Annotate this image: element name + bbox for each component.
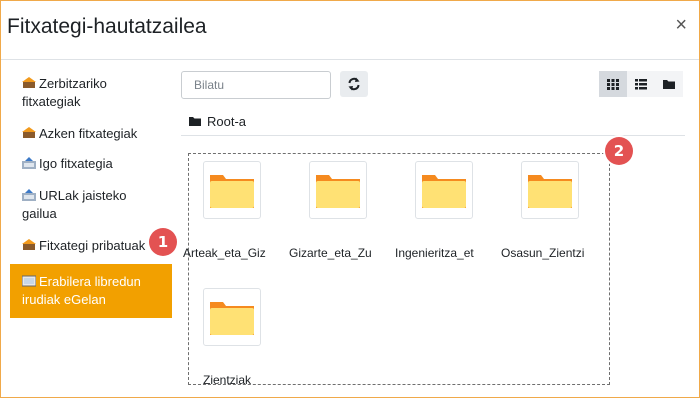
image-icon bbox=[22, 275, 36, 287]
private-files-icon bbox=[22, 239, 36, 250]
folder-thumbnail bbox=[203, 288, 261, 346]
sidebar-item-label: Erabilera libredun irudiak eGelan bbox=[22, 274, 141, 307]
folder-icon bbox=[422, 175, 466, 208]
folder-icon bbox=[189, 117, 201, 126]
divider bbox=[181, 135, 685, 136]
tree-view-button[interactable] bbox=[655, 71, 683, 97]
folder-name: Osasun_Zientzi bbox=[501, 246, 585, 260]
dialog-header: Fitxategi-hautatzailea × bbox=[1, 1, 699, 60]
recent-files-icon bbox=[22, 127, 36, 138]
list-view-button[interactable] bbox=[627, 71, 655, 97]
url-download-icon bbox=[22, 189, 36, 201]
sidebar-item-label: Azken fitxategiak bbox=[39, 126, 138, 141]
folder-name: Zientziak bbox=[203, 373, 252, 387]
annotation-badge-1: 1 bbox=[149, 228, 177, 256]
folder-icon bbox=[663, 80, 675, 89]
close-icon[interactable]: × bbox=[675, 15, 687, 35]
dialog-title: Fitxategi-hautatzailea bbox=[7, 15, 207, 38]
breadcrumb-root[interactable]: Root-a bbox=[207, 114, 246, 129]
sidebar-item-label: Igo fitxategia bbox=[39, 156, 113, 171]
sidebar-item-url-downloader[interactable]: URLak jaisteko gailua bbox=[10, 187, 172, 223]
folder-thumbnail bbox=[309, 161, 367, 219]
sidebar-item-upload[interactable]: Igo fitxategia bbox=[10, 155, 172, 173]
refresh-icon bbox=[348, 77, 360, 91]
folder-icon bbox=[210, 175, 254, 208]
upload-icon bbox=[22, 157, 36, 169]
folder-icon bbox=[316, 175, 360, 208]
grid-icon bbox=[607, 79, 619, 90]
sidebar-item-recent-files[interactable]: Azken fitxategiak bbox=[10, 125, 172, 143]
folder-name: Gizarte_eta_Zu bbox=[289, 246, 372, 260]
list-icon bbox=[635, 79, 647, 90]
folder-name: Ingenieritza_et bbox=[395, 246, 474, 260]
repository-sidebar: Zerbitzariko fitxategiak Azken fitxategi… bbox=[10, 67, 172, 318]
file-picker-dialog: Fitxategi-hautatzailea × Zerbitzariko fi… bbox=[0, 0, 700, 398]
server-icon bbox=[22, 77, 36, 88]
file-grid: Arteak_eta_Giz Gizarte_eta_Zu Ingenierit… bbox=[183, 153, 610, 387]
refresh-button[interactable] bbox=[340, 71, 368, 97]
sidebar-item-label: Fitxategi pribatuak bbox=[39, 238, 146, 253]
folder-name: Arteak_eta_Giz bbox=[183, 246, 266, 260]
folder-thumbnail bbox=[521, 161, 579, 219]
sidebar-item-server-files[interactable]: Zerbitzariko fitxategiak bbox=[10, 75, 172, 111]
folder-thumbnail bbox=[415, 161, 473, 219]
annotation-badge-2: 2 bbox=[605, 137, 633, 165]
folder-thumbnail bbox=[203, 161, 261, 219]
folder-icon bbox=[528, 175, 572, 208]
icon-view-button[interactable] bbox=[599, 71, 627, 97]
sidebar-item-private-files[interactable]: Fitxategi pribatuak bbox=[10, 237, 172, 255]
search-input[interactable] bbox=[181, 71, 331, 99]
breadcrumb: Root-a bbox=[189, 114, 246, 129]
sidebar-item-label: URLak jaisteko gailua bbox=[22, 188, 127, 221]
sidebar-item-free-images[interactable]: Erabilera libredun irudiak eGelan bbox=[10, 264, 172, 318]
folder-icon bbox=[210, 302, 254, 335]
